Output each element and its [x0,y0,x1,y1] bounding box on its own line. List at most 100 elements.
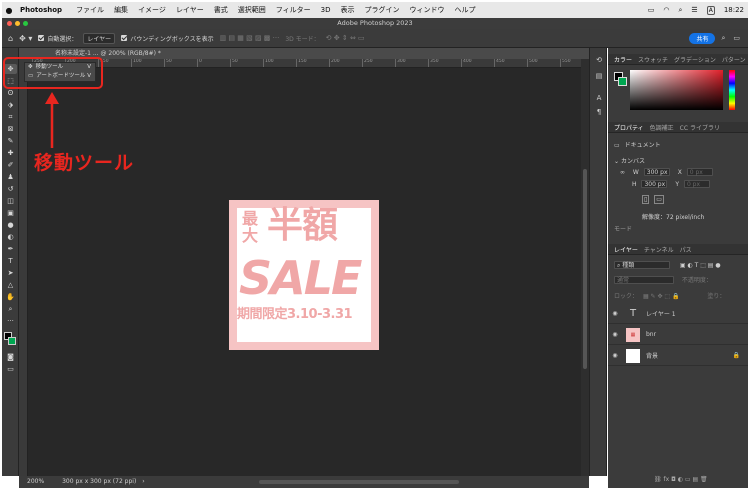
menu-help[interactable]: ヘルプ [454,5,475,15]
search-icon[interactable]: ⌕ [679,6,683,15]
screen-mode-icon[interactable]: ▭ [4,364,17,374]
healing-brush-icon[interactable]: ✚ [4,148,17,158]
quick-mask-icon[interactable]: ◙ [4,352,17,362]
eraser-tool-icon[interactable]: ◫ [4,196,17,206]
zoom-window-button[interactable] [23,21,28,26]
bounding-box-checkbox[interactable]: バウンディングボックスを表示 [121,34,214,43]
tab-swatches[interactable]: スウォッチ [638,55,668,64]
tab-color[interactable]: カラー [614,55,632,64]
dodge-tool-icon[interactable]: ◐ [4,232,17,242]
wifi-icon[interactable]: ◠ [663,6,669,14]
close-window-button[interactable] [7,21,12,26]
horizontal-scrollbar[interactable] [259,480,459,484]
battery-icon[interactable]: ▭ [648,6,655,14]
pen-tool-icon[interactable]: ✒ [4,244,17,254]
tab-channels[interactable]: チャンネル [644,245,674,254]
character-panel-icon[interactable]: A [594,94,604,104]
link-icon[interactable]: ∞ [620,169,625,176]
landscape-icon[interactable]: ▭ [654,195,664,204]
home-icon[interactable]: ⌂ [8,34,13,43]
layers-footer-icons[interactable]: ⛓ fx ◘ ◐ ▭ ▤ 🗑 [654,476,708,483]
crop-tool-icon[interactable]: ⌗ [4,112,17,122]
workspace-icon[interactable]: ▭ [733,34,740,42]
tab-patterns[interactable]: パターン [722,55,746,64]
lasso-tool-icon[interactable]: ʘ [4,88,17,98]
x-field[interactable]: 0 px [686,168,713,176]
keyboard-input-badge[interactable]: A [706,5,715,15]
blend-mode-dropdown[interactable]: 通常 [614,276,674,284]
menu-edit[interactable]: 編集 [114,5,128,15]
status-arrow-icon[interactable]: › [142,478,144,485]
layer-row[interactable]: ◉ 背景 🔒 [608,346,748,366]
layer-row[interactable]: ◉ ▦ bnr [608,325,748,345]
menu-plugins[interactable]: プラグイン [364,5,399,15]
share-button[interactable]: 共有 [689,32,716,44]
zoom-tool-icon[interactable]: ⌕ [4,304,17,314]
scrollbar-thumb[interactable] [583,169,587,369]
visibility-eye-icon[interactable]: ◉ [608,352,622,359]
vertical-scrollbar[interactable] [581,59,589,476]
clock-text[interactable]: 18:22 [724,6,744,14]
hue-slider[interactable] [729,70,735,110]
horizontal-ruler[interactable]: 2502001501005005010015020025030035040045… [28,59,581,68]
menu-filter[interactable]: フィルター [276,5,311,15]
gradient-tool-icon[interactable]: ▣ [4,208,17,218]
eyedropper-tool-icon[interactable]: ✎ [4,136,17,146]
portrait-icon[interactable]: ▯ [642,195,650,204]
tab-layers[interactable]: レイヤー [614,245,638,254]
visibility-eye-icon[interactable]: ◉ [608,331,622,338]
brush-tool-icon[interactable]: ✐ [4,160,17,170]
menu-view[interactable]: 表示 [340,5,354,15]
frame-tool-icon[interactable]: ⊠ [4,124,17,134]
move-tool-preset-icon[interactable]: ✥ ▾ [19,34,32,43]
search-icon[interactable]: ⌕ [721,34,725,43]
auto-select-dropdown[interactable]: レイヤー [83,32,116,44]
background-color-swatch[interactable] [618,77,627,86]
tab-adjustments[interactable]: 色調補正 [650,123,674,132]
lock-icon[interactable]: 🔒 [733,352,740,359]
document-tab[interactable]: 名称未設定-1 ... @ 200% (RGB/8#) * [19,48,589,59]
height-field[interactable]: 300 px [641,180,668,188]
layer-row[interactable]: ◉ T レイヤー 1 [608,304,748,324]
kind-filter-dropdown[interactable]: ⌕ 種類 [614,261,670,269]
comments-panel-icon[interactable]: ▤ [594,72,604,82]
menu-type[interactable]: 書式 [214,5,228,15]
visibility-eye-icon[interactable]: ◉ [608,310,622,317]
y-field[interactable]: 0 px [683,180,710,188]
hand-tool-icon[interactable]: ✋ [4,292,17,302]
auto-select-checkbox[interactable]: 自動選択： [38,34,77,43]
history-panel-icon[interactable]: ⟲ [594,56,604,66]
object-select-tool-icon[interactable]: ⬗ [4,100,17,110]
canvas-section-header[interactable]: ⌄ カンバス [614,156,645,165]
sale-banner-artwork[interactable]: 最大 半額 SALE 期間限定3.10-3.31 [229,200,379,350]
menu-file[interactable]: ファイル [76,5,104,15]
type-tool-icon[interactable]: T [4,256,17,266]
control-center-icon[interactable]: ☰ [691,6,697,14]
width-field[interactable]: 300 px [643,168,670,176]
tab-properties[interactable]: プロパティ [614,123,644,132]
paragraph-panel-icon[interactable]: ¶ [594,108,604,118]
apple-icon[interactable]: ● [2,6,16,15]
zoom-level[interactable]: 200% [27,478,44,485]
vertical-ruler[interactable] [19,68,28,476]
app-menu[interactable]: Photoshop [20,6,62,14]
filter-icons[interactable]: ▣ ◐ T ⬚ ▤ ● [680,262,721,269]
menu-window[interactable]: ウィンドウ [409,5,444,15]
menu-select[interactable]: 選択範囲 [238,5,266,15]
clone-stamp-icon[interactable]: ♟ [4,172,17,182]
tab-paths[interactable]: パス [680,245,692,254]
path-select-icon[interactable]: ➤ [4,268,17,278]
tab-cc-libraries[interactable]: CC ライブラリ [680,123,720,132]
lock-icons[interactable]: ▦ ✎ ✥ ⬚ 🔒 [643,293,680,300]
menu-3d[interactable]: 3D [321,6,331,14]
color-picker-field[interactable] [630,70,723,110]
more-tools-icon[interactable]: ··· [4,316,17,326]
minimize-window-button[interactable] [15,21,20,26]
menu-image[interactable]: イメージ [138,5,166,15]
tab-gradients[interactable]: グラデーション [674,55,716,64]
history-brush-icon[interactable]: ↺ [4,184,17,194]
3d-tools-icon[interactable]: ⟲ ✥ ⇕ ⇔ ▭ [326,34,365,42]
background-color-swatch[interactable] [8,337,16,345]
align-buttons-icon[interactable]: ▥ ▤ ▦ ▧ ▨ ▩ ··· [220,34,280,42]
shape-tool-icon[interactable]: △ [4,280,17,290]
